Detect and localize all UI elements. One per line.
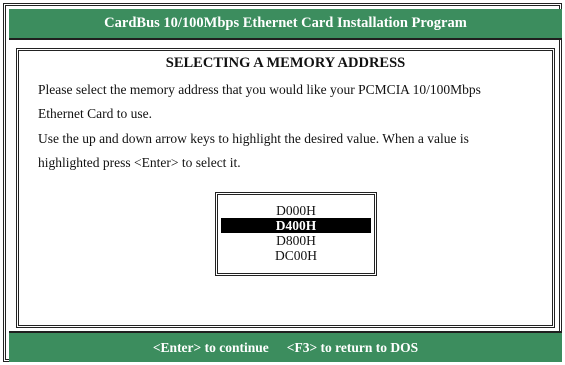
instruction-line-1: Please select the memory address that yo… <box>38 82 481 97</box>
f3-return-hint[interactable]: <F3> to return to DOS <box>287 340 418 356</box>
address-option-selected[interactable]: D400H <box>221 218 371 233</box>
key-hint-bar: <Enter> to continue <F3> to return to DO… <box>9 331 562 362</box>
address-option[interactable]: D000H <box>221 203 371 218</box>
instruction-line-2: Ethernet Card to use. <box>38 106 152 121</box>
address-option[interactable]: DC00H <box>221 248 371 263</box>
title-bar: CardBus 10/100Mbps Ethernet Card Install… <box>9 9 562 40</box>
instruction-line-3: Use the up and down arrow keys to highli… <box>38 131 469 146</box>
memory-address-panel: SELECTING A MEMORY ADDRESS Please select… <box>16 48 555 328</box>
panel-heading: SELECTING A MEMORY ADDRESS <box>165 55 406 71</box>
instruction-line-4: highlighted press <Enter> to select it. <box>38 155 241 170</box>
address-option[interactable]: D800H <box>221 233 371 248</box>
address-listbox[interactable]: D000H D400H D800H DC00H <box>215 192 377 276</box>
window-title: CardBus 10/100Mbps Ethernet Card Install… <box>104 15 467 31</box>
enter-continue-hint[interactable]: <Enter> to continue <box>153 340 269 356</box>
installer-window: CardBus 10/100Mbps Ethernet Card Install… <box>3 3 562 362</box>
